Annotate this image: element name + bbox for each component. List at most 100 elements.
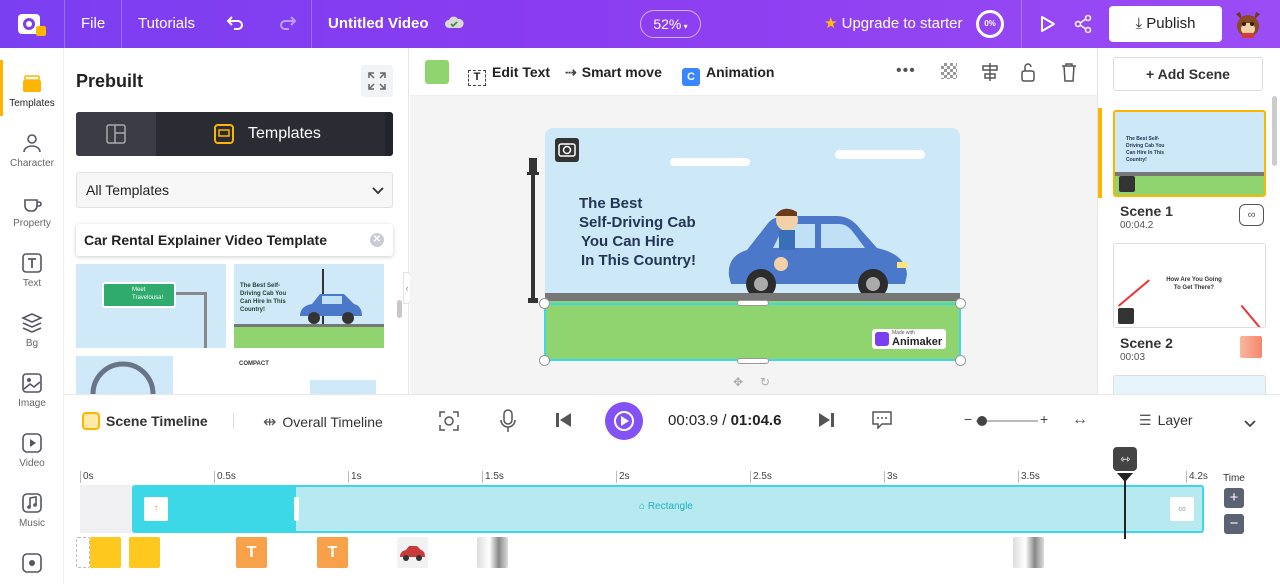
transition-thumb[interactable] (1240, 336, 1262, 358)
scene-name: Scene 1 (1120, 203, 1173, 219)
rail-item-text[interactable]: Text (0, 252, 64, 289)
project-title[interactable]: Untitled Video (328, 0, 429, 48)
undo-icon[interactable] (226, 15, 244, 36)
tutorials-menu[interactable]: Tutorials (138, 0, 195, 48)
car-character[interactable] (721, 204, 911, 300)
tab-layouts[interactable] (76, 112, 156, 156)
delete-icon[interactable] (1060, 62, 1078, 87)
ruler-tick (214, 471, 215, 483)
color-swatch[interactable] (425, 60, 449, 84)
template-category-select[interactable]: All Templates (76, 172, 393, 208)
resize-handle[interactable] (539, 355, 550, 366)
ruler-tick-label: 3s (887, 471, 898, 482)
scene-thumbnail-1[interactable]: The Best Self-Driving Cab You Can Hire I… (1113, 110, 1266, 197)
tab-templates[interactable]: Templates (156, 112, 385, 156)
rail-item-video[interactable]: Video (0, 432, 64, 469)
clear-search-icon[interactable]: ✕ (370, 233, 384, 247)
chevron-down-icon (372, 187, 384, 195)
rectangle-track[interactable]: ↑ ⌂ Rectangle ∞ (132, 485, 1204, 533)
preview-play-icon[interactable] (1038, 15, 1056, 38)
left-rail: Templates Character Property Text Bg Ima… (0, 48, 64, 584)
template-thumbnail[interactable]: Meet Travelousa! (76, 264, 226, 348)
thumb-text: COMPACT (239, 361, 269, 367)
scene-duration: 00:03 (1120, 352, 1146, 363)
playhead[interactable]: ⇿ (1113, 447, 1138, 539)
template-thumbnail[interactable] (76, 356, 173, 394)
upgrade-link[interactable]: ★ Upgrade to starter (824, 0, 963, 48)
resize-handle[interactable] (737, 300, 769, 306)
rail-item-character[interactable]: Character (0, 132, 64, 169)
expand-panel-button[interactable] (361, 65, 393, 97)
time-zoom-out-button[interactable]: − (1224, 514, 1244, 534)
smart-move-button[interactable]: ⇢ Smart move (565, 48, 662, 96)
ruler-tick (750, 471, 751, 483)
scene-marker-icon[interactable] (76, 537, 90, 568)
resize-handle[interactable] (539, 298, 550, 309)
ruler-tick-label: 1s (351, 471, 362, 482)
rail-label: Character (10, 158, 54, 169)
rail-item-image[interactable]: Image (0, 372, 64, 409)
rail-item-property[interactable]: Property (0, 192, 64, 229)
playhead-handle[interactable]: ⇿ (1113, 447, 1138, 471)
ruler-tick (80, 471, 81, 483)
layers-bg-icon (21, 313, 43, 333)
rail-item-more[interactable] (0, 552, 64, 578)
resize-handle[interactable] (955, 298, 966, 309)
scenes-scrollbar[interactable] (1272, 96, 1277, 166)
lock-icon[interactable] (1020, 62, 1036, 87)
resize-handle[interactable] (955, 355, 966, 366)
transparency-icon[interactable] (941, 63, 957, 79)
add-scene-button[interactable]: + Add Scene (1113, 57, 1263, 91)
animation-button[interactable]: C Animation (682, 48, 774, 96)
resize-handle[interactable] (737, 358, 769, 364)
move-icon[interactable]: ✥ (733, 375, 743, 389)
timeline-item-text[interactable]: T (236, 537, 267, 568)
search-input[interactable]: Car Rental Explainer Video Template ✕ (76, 224, 393, 256)
timeline-item-lamp[interactable] (477, 537, 508, 568)
timeline-item-template[interactable] (129, 537, 160, 568)
entry-animation-icon[interactable]: ↑ (144, 497, 168, 521)
rail-item-templates[interactable]: Templates (0, 72, 64, 109)
timeline-item-lamp[interactable] (1013, 537, 1044, 568)
ruler-tick-label: 3.5s (1021, 471, 1040, 482)
headline-line: The Best (579, 195, 643, 212)
layout-icon (106, 124, 126, 144)
template-thumbnail[interactable]: The Best Self-Driving Cab You Can Hire I… (234, 264, 384, 348)
rotate-icon[interactable]: ↻ (760, 375, 770, 389)
app-logo[interactable] (16, 10, 48, 38)
panel-scrollbar[interactable] (397, 300, 402, 318)
transition-icon[interactable]: ∞ (1239, 204, 1264, 226)
selection-box[interactable] (544, 303, 961, 361)
rail-item-music[interactable]: Music (0, 492, 64, 529)
track-label-text: Rectangle (647, 501, 693, 512)
edit-text-icon: T (468, 70, 486, 86)
collapse-timeline-icon[interactable] (1244, 416, 1256, 434)
align-icon[interactable] (980, 62, 1000, 87)
rail-item-bg[interactable]: Bg (0, 312, 64, 349)
scene-thumbnail-3[interactable] (1113, 375, 1266, 394)
rail-label: Music (18, 518, 46, 529)
timeline-item-template[interactable] (90, 537, 121, 568)
avatar[interactable] (1234, 10, 1262, 38)
scene-thumbnail-2[interactable]: How Are You Going To Get There? (1113, 243, 1266, 328)
redo-icon[interactable] (279, 15, 297, 36)
animation-icon: C (682, 68, 700, 86)
timeline-item-text[interactable]: T (317, 537, 348, 568)
smart-move-label: Smart move (581, 64, 662, 80)
more-options-icon[interactable]: ••• (896, 62, 916, 80)
panel-title: Prebuilt (76, 71, 144, 91)
time-zoom-in-button[interactable]: + (1224, 488, 1244, 508)
text-icon (22, 253, 42, 273)
exit-animation-icon[interactable]: ∞ (1170, 497, 1194, 521)
file-menu[interactable]: File (81, 0, 105, 48)
expand-icon (368, 72, 386, 90)
timeline-item-car[interactable] (397, 537, 428, 568)
template-thumbnail[interactable]: COMPACT (234, 356, 384, 394)
headline-text[interactable]: The Best Self-Driving Cab You Can Hire I… (579, 194, 696, 270)
camera-icon[interactable] (555, 138, 579, 162)
edit-text-button[interactable]: T Edit Text (468, 48, 550, 96)
track-entry-handle[interactable] (294, 497, 299, 521)
zoom-control[interactable]: 52% ▾ (640, 10, 701, 38)
publish-button[interactable]: ⤓ Publish (1109, 6, 1222, 42)
share-icon[interactable] (1074, 14, 1092, 38)
